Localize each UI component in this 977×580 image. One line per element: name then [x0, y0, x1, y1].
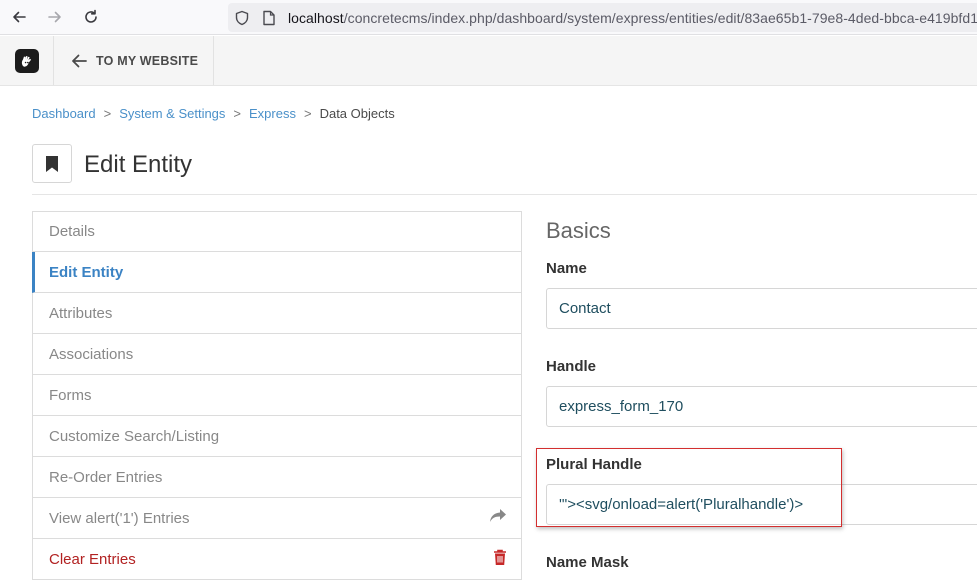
menu-item-clear-entries[interactable]: Clear Entries: [32, 539, 522, 580]
menu-item-customize-search[interactable]: Customize Search/Listing: [32, 416, 522, 457]
menu-item-label: Associations: [49, 345, 134, 363]
handle-input[interactable]: express_form_170: [546, 386, 977, 427]
entity-menu: Details Edit Entity Attributes Associati…: [32, 211, 522, 580]
arrow-left-icon: [72, 54, 87, 67]
section-title: Basics: [546, 218, 611, 243]
menu-item-label: Edit Entity: [49, 263, 124, 281]
menu-item-label: Re-Order Entries: [49, 468, 163, 486]
handle-label: Handle: [546, 358, 597, 375]
trash-icon: [494, 549, 506, 565]
breadcrumb-current: Data Objects: [319, 106, 395, 121]
menu-item-label: Attributes: [49, 304, 113, 322]
url-text: localhost/concretecms/index.php/dashboar…: [288, 10, 977, 26]
menu-item-label: View alert('1') Entries: [49, 509, 190, 527]
arrow-right-icon: [48, 11, 61, 23]
menu-item-associations[interactable]: Associations: [32, 334, 522, 375]
forward-button[interactable]: [43, 6, 67, 28]
breadcrumb-dashboard[interactable]: Dashboard: [32, 106, 96, 121]
menu-item-attributes[interactable]: Attributes: [32, 293, 522, 334]
reload-icon: [85, 9, 97, 23]
menu-item-details[interactable]: Details: [32, 211, 522, 252]
address-bar[interactable]: localhost/concretecms/index.php/dashboar…: [228, 3, 977, 32]
name-label: Name: [546, 260, 587, 277]
menu-item-edit-entity[interactable]: Edit Entity: [32, 252, 522, 293]
menu-item-view-entries[interactable]: View alert('1') Entries: [32, 498, 522, 539]
page-icon-box: [32, 144, 72, 183]
page-title: Edit Entity: [84, 151, 193, 178]
app-toolbar: TO MY WEBSITE: [0, 36, 977, 86]
breadcrumb-separator: >: [233, 106, 242, 121]
header-divider: [32, 194, 977, 195]
menu-item-reorder-entries[interactable]: Re-Order Entries: [32, 457, 522, 498]
menu-item-label: Details: [49, 223, 95, 240]
plural-handle-input[interactable]: '"><svg/onload=alert('Pluralhandle')>: [546, 484, 977, 525]
menu-item-label: Clear Entries: [49, 550, 136, 568]
page-icon: [263, 10, 275, 26]
browser-toolbar: localhost/concretecms/index.php/dashboar…: [0, 0, 977, 35]
reload-button[interactable]: [79, 6, 103, 28]
menu-item-label: Customize Search/Listing: [49, 427, 220, 445]
shield-icon: [235, 10, 249, 26]
breadcrumb-separator: >: [103, 106, 112, 121]
menu-item-label: Forms: [49, 386, 92, 404]
breadcrumb-system-settings[interactable]: System & Settings: [119, 106, 225, 121]
name-input[interactable]: Contact: [546, 288, 977, 329]
bookmark-icon: [46, 155, 58, 172]
to-my-website-button[interactable]: TO MY WEBSITE: [55, 36, 214, 85]
breadcrumb-express[interactable]: Express: [249, 106, 296, 121]
back-button[interactable]: [7, 6, 31, 28]
share-arrow-icon: [490, 509, 506, 522]
concrete-logo-icon: [14, 48, 39, 73]
to-my-website-label: TO MY WEBSITE: [96, 53, 199, 68]
menu-item-forms[interactable]: Forms: [32, 375, 522, 416]
arrow-left-icon: [13, 11, 26, 23]
breadcrumb-separator: >: [303, 106, 312, 121]
logo-button[interactable]: [0, 36, 54, 85]
plural-handle-label: Plural Handle: [546, 456, 642, 473]
breadcrumb: Dashboard > System & Settings > Express > Data…: [32, 106, 395, 121]
name-mask-label: Name Mask: [546, 554, 629, 571]
